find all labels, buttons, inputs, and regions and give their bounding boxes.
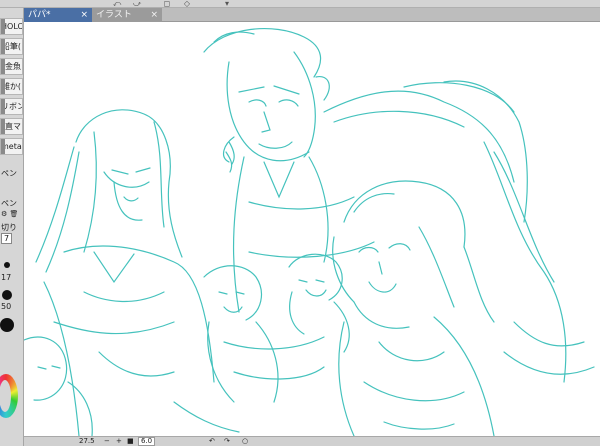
brush-size-preset-medium[interactable] bbox=[2, 290, 12, 300]
reset-view-icon[interactable]: ○ bbox=[242, 437, 248, 446]
subtool-label: 直マ bbox=[5, 122, 21, 131]
clear-icon[interactable]: ◻ bbox=[160, 0, 174, 8]
subtool-straight[interactable]: 直マ bbox=[0, 118, 23, 135]
undo-icon[interactable]: ⤺ bbox=[110, 0, 124, 8]
brush-swatch bbox=[1, 19, 5, 34]
brush-swatch bbox=[1, 139, 5, 154]
document-tab-bar: パパ* × イラスト × bbox=[24, 8, 600, 22]
tab-label: イラスト bbox=[96, 10, 132, 20]
tool-property-pen-label: ペン bbox=[1, 169, 17, 178]
subtool-label: 金魚 bbox=[5, 62, 21, 71]
brush-size-label-50: 50 bbox=[1, 302, 12, 311]
tool-property-pen-label-2: ペン bbox=[1, 199, 17, 208]
subtool-goldfish[interactable]: 金魚 bbox=[0, 58, 23, 75]
redo-icon[interactable]: ⤻ bbox=[130, 0, 144, 8]
canvas-angle-value: 27.5 bbox=[79, 437, 95, 445]
tool-property-ite-label: 切り bbox=[1, 223, 17, 232]
stop-icon[interactable]: ■ bbox=[127, 437, 134, 446]
brush-swatch bbox=[1, 79, 5, 94]
top-toolbar: ⤺ ⤻ ◻ ◇ ▾ bbox=[0, 0, 600, 8]
rotate-right-icon[interactable]: ↷ bbox=[224, 437, 230, 446]
brush-swatch bbox=[1, 39, 5, 54]
subtool-holo[interactable]: HOLO bbox=[0, 18, 23, 35]
brush-size-label-17: 17 bbox=[1, 273, 12, 282]
subtool-rough[interactable]: 雑か( bbox=[0, 78, 23, 95]
sketch-artwork bbox=[24, 27, 595, 436]
tab-papa[interactable]: パパ* × bbox=[24, 8, 92, 22]
brush-swatch bbox=[1, 99, 5, 114]
fill-icon[interactable]: ▾ bbox=[220, 0, 234, 8]
brush-size-preset-small[interactable] bbox=[4, 262, 10, 268]
zoom-out-button[interactable]: − bbox=[104, 437, 110, 446]
tab-label: パパ* bbox=[28, 10, 51, 20]
status-bar: 27.5 − + ■ 6.0 ↶ ↷ ○ bbox=[24, 436, 600, 446]
transform-icon[interactable]: ◇ bbox=[180, 0, 194, 8]
tab-illust[interactable]: イラスト × bbox=[92, 8, 162, 22]
rotate-left-icon[interactable]: ↶ bbox=[209, 437, 215, 446]
close-icon[interactable]: × bbox=[150, 8, 158, 22]
color-wheel[interactable] bbox=[0, 374, 18, 418]
brush-swatch bbox=[1, 119, 5, 134]
drawing-canvas[interactable] bbox=[24, 22, 600, 436]
subtool-pencil[interactable]: 鉛筆( bbox=[0, 38, 23, 55]
subtool-panel: HOLO 鉛筆( 金魚 雑か( リボン 直マ metal ペン ペン ⚙ 🗑 切… bbox=[0, 8, 24, 446]
brush-size-preset-large[interactable] bbox=[0, 318, 14, 332]
brush-settings-icons[interactable]: ⚙ 🗑 bbox=[1, 210, 18, 218]
brush-swatch bbox=[1, 59, 5, 74]
close-icon[interactable]: × bbox=[80, 8, 88, 22]
subtool-metal[interactable]: metal bbox=[0, 138, 23, 155]
zoom-field[interactable]: 6.0 bbox=[138, 437, 156, 446]
clip-studio-window: ⤺ ⤻ ◻ ◇ ▾ HOLO 鉛筆( 金魚 雑か( リボン 直マ metal ペ… bbox=[0, 0, 600, 446]
zoom-in-button[interactable]: + bbox=[116, 437, 122, 446]
brush-size-field[interactable]: 7 bbox=[1, 233, 13, 244]
subtool-ribbon[interactable]: リボン bbox=[0, 98, 23, 115]
